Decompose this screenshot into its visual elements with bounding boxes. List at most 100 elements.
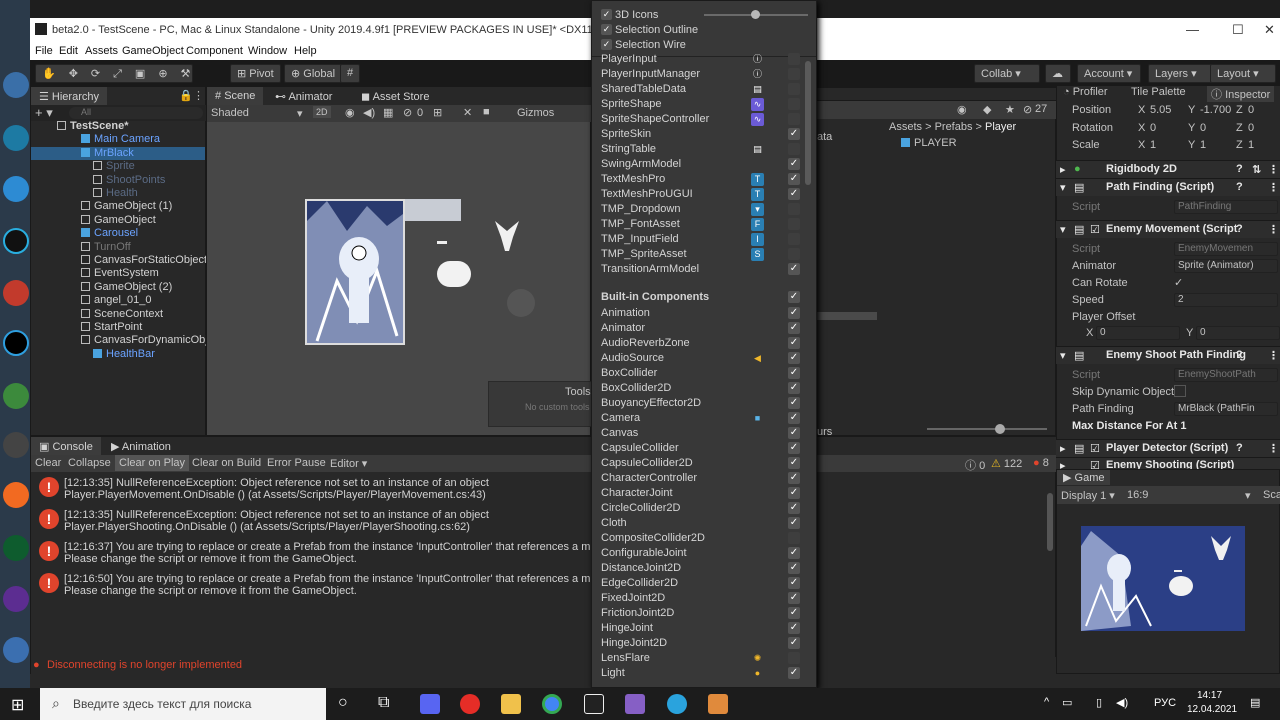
checkbox[interactable]: ✓	[788, 667, 800, 679]
desktop-app-icon[interactable]	[3, 280, 29, 306]
file-explorer-icon[interactable]	[501, 694, 521, 714]
checkbox[interactable]	[788, 233, 800, 245]
2d-toggle[interactable]: 2D	[313, 106, 331, 118]
console-entry[interactable]: ! [12:16:50] You are trying to replace or…	[31, 569, 592, 601]
cloud-button[interactable]: ☁	[1045, 64, 1071, 83]
tab-game[interactable]: ▶ Game	[1057, 470, 1111, 485]
foldout-icon[interactable]: ▸	[1060, 442, 1066, 455]
gizmo-option[interactable]: EdgeCollider2D ✓	[601, 576, 806, 591]
gizmo-option[interactable]: Canvas ✓	[601, 426, 806, 441]
display-dropdown[interactable]: Display 1 ▾	[1061, 489, 1115, 502]
hierarchy-item[interactable]: CanvasForStaticObject	[31, 254, 207, 267]
gizmo-option[interactable]: CapsuleCollider2D ✓	[601, 456, 806, 471]
unity-taskbar-icon[interactable]	[584, 694, 604, 714]
checkbox[interactable]: ✓	[788, 577, 800, 589]
warn-count[interactable]: ⚠ 122	[991, 457, 1022, 470]
position-y[interactable]: -1.700	[1200, 104, 1231, 116]
gizmo-option[interactable]: TMP_SpriteAsset S	[601, 247, 806, 262]
checkbox[interactable]: ✓	[788, 472, 800, 484]
checkbox[interactable]: ✓	[788, 622, 800, 634]
gizmo-option[interactable]: ✓ Selection Outline	[601, 23, 806, 38]
close-icon[interactable]: ✕	[1264, 22, 1275, 38]
gizmo-option[interactable]: TextMeshPro T ✓	[601, 172, 806, 187]
menu-assets[interactable]: Assets	[85, 45, 118, 57]
desktop-app-icon[interactable]	[3, 586, 29, 612]
checkbox[interactable]	[788, 652, 800, 664]
settings-icon[interactable]: ⇅	[1252, 163, 1261, 176]
checkbox[interactable]: ✓	[788, 158, 800, 170]
menu-dots-icon[interactable]: ⋮	[1268, 181, 1279, 194]
gizmo-option[interactable]: AudioReverbZone ✓	[601, 336, 806, 351]
hidden-icon[interactable]: ⊘	[403, 106, 412, 119]
gizmo-option[interactable]: CharacterJoint ✓	[601, 486, 806, 501]
menu-dots-icon[interactable]: ⋮	[1268, 163, 1279, 176]
console-entry[interactable]: ! [12:16:37] You are trying to replace or…	[31, 537, 592, 569]
gizmo-option[interactable]: FrictionJoint2D ✓	[601, 606, 806, 621]
component-player-detector[interactable]: ▸ ▤ ☑ Player Detector (Script) ? ⋮	[1056, 439, 1280, 457]
console-entry[interactable]: ! [12:13:35] NullReferenceException: Obje…	[31, 505, 591, 537]
hand-icon[interactable]: ✋✥⟳⤢▣⊕⚒	[42, 68, 203, 80]
animator-field[interactable]: Sprite (Animator)	[1174, 259, 1278, 273]
help-icon[interactable]: ?	[1236, 163, 1243, 175]
gizmo-option[interactable]: DistanceJoint2D ✓	[601, 561, 806, 576]
checkbox[interactable]	[788, 53, 800, 65]
gizmo-option[interactable]: CircleCollider2D ✓	[601, 501, 806, 516]
gizmo-option[interactable]: TransitionArmModel ✓	[601, 262, 806, 277]
hierarchy-item[interactable]: HealthBar	[31, 348, 205, 361]
skip-dynamic-checkbox[interactable]	[1174, 385, 1186, 397]
help-icon[interactable]: ?	[1236, 349, 1243, 361]
checkbox[interactable]: ✓	[788, 592, 800, 604]
account-dropdown[interactable]: Account ▾	[1077, 64, 1141, 83]
checkbox[interactable]: ✓	[788, 322, 800, 334]
checkbox[interactable]: ✓	[788, 397, 800, 409]
tab-hierarchy[interactable]: ☰ Hierarchy	[31, 87, 107, 105]
component-enemy-shoot[interactable]: ▾ ▤ Enemy Shoot Path Finding ? ⋮	[1056, 346, 1280, 364]
checkbox[interactable]	[788, 83, 800, 95]
tab-animator[interactable]: ⊷ Animator	[267, 87, 341, 105]
shading-dropdown[interactable]: Shaded	[211, 107, 249, 119]
discord-icon[interactable]	[420, 694, 440, 714]
tag-icon[interactable]: ◆	[983, 103, 991, 116]
checkbox[interactable]: ✓	[788, 307, 800, 319]
audio-icon[interactable]: ◀)	[363, 106, 375, 119]
maximize-icon[interactable]: ☐	[1232, 22, 1244, 38]
checkbox[interactable]	[788, 248, 800, 260]
layers-dropdown[interactable]: Layers ▾	[1148, 64, 1214, 83]
game-view[interactable]	[1081, 526, 1245, 631]
transform-tools[interactable]: ✋✥⟳⤢▣⊕⚒	[35, 64, 193, 83]
tab-asset-store[interactable]: ◼ Asset Store	[353, 87, 438, 105]
checkbox[interactable]: ✓	[788, 517, 800, 529]
checkbox[interactable]	[788, 98, 800, 110]
checkbox[interactable]: ✓	[788, 337, 800, 349]
gizmo-option[interactable]: ✓ 3D Icons	[601, 8, 806, 23]
tab-tile-palette[interactable]: Tile Palette	[1131, 86, 1186, 98]
cloud-sprite[interactable]	[437, 261, 471, 287]
hierarchy-item[interactable]: SceneContext	[31, 308, 205, 321]
tab-inspector[interactable]: ⓘ Inspector	[1207, 86, 1275, 102]
rotation-y[interactable]: 0	[1200, 122, 1206, 134]
checkbox[interactable]: ✓	[788, 128, 800, 140]
desktop-app-icon[interactable]	[3, 72, 29, 98]
desktop-app-icon[interactable]	[3, 228, 29, 254]
gizmo-option[interactable]: SpriteShapeController ∿	[601, 112, 806, 127]
breadcrumb-assets[interactable]: Assets	[889, 121, 922, 133]
help-icon[interactable]: ?	[1236, 181, 1243, 193]
gizmo-option[interactable]: HingeJoint ✓	[601, 621, 806, 636]
visibility-icon[interactable]: ⊘	[1023, 103, 1032, 116]
position-x[interactable]: 5.05	[1150, 104, 1171, 116]
checkbox[interactable]: ✓	[788, 547, 800, 559]
enabled-checkbox[interactable]: ☑	[1090, 223, 1100, 236]
zoom-slider-handle[interactable]	[995, 424, 1005, 434]
menu-dots-icon[interactable]: ⋮	[1268, 223, 1279, 236]
checkbox[interactable]: ✓	[788, 442, 800, 454]
checkbox[interactable]	[788, 68, 800, 80]
tab-scene[interactable]: # Scene	[207, 87, 264, 105]
hierarchy-item[interactable]: MrBlack	[31, 146, 205, 160]
hierarchy-item[interactable]: GameObject (2)	[31, 281, 205, 294]
checkbox[interactable]: ✓	[788, 188, 800, 200]
hierarchy-item[interactable]: Health	[31, 187, 205, 200]
collab-dropdown[interactable]: Collab ▾	[974, 64, 1040, 83]
component-path-finding[interactable]: ▾ ▤ Path Finding (Script) ? ⋮	[1056, 178, 1280, 196]
checkbox[interactable]: ✓	[788, 502, 800, 514]
gizmo-option[interactable]: ✓ Selection Wire	[601, 38, 806, 53]
